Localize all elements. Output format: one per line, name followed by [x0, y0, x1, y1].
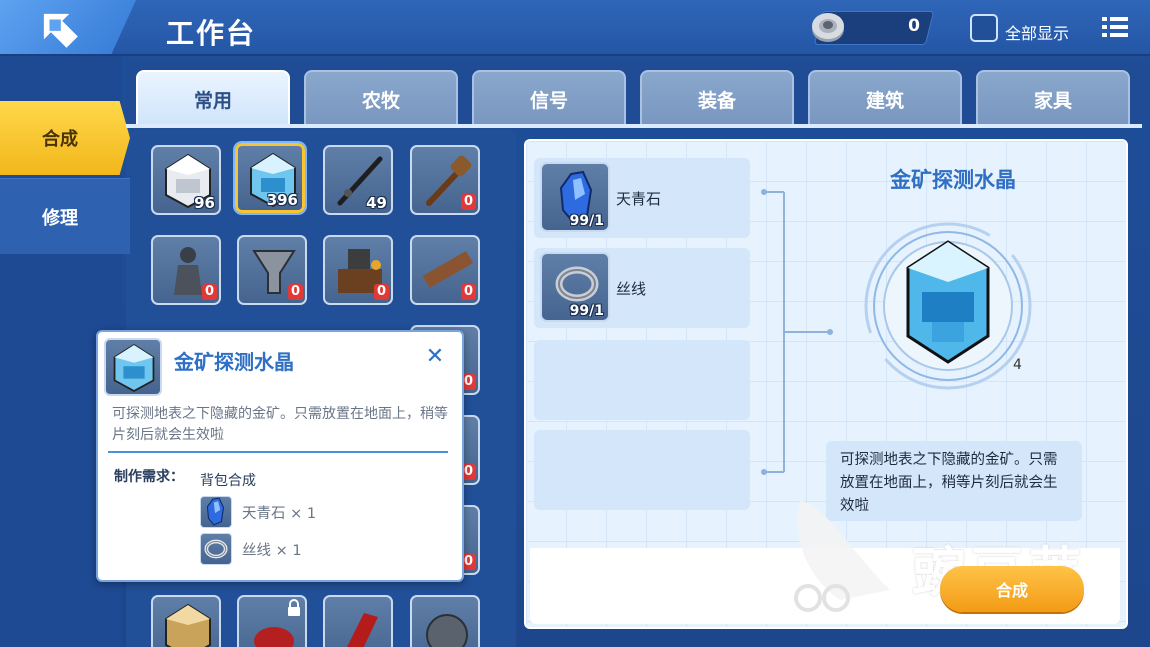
popup-description: 可探测地表之下隐藏的金矿。只需放置在地面上，稍等片刻后就会生效啦 — [112, 406, 448, 443]
lapis-stone-icon — [206, 497, 225, 526]
pot-icon — [426, 614, 468, 647]
tab-signal[interactable]: 信号 — [472, 70, 626, 126]
gold-detect-crystal-icon — [113, 343, 155, 393]
page-title: 工作台 — [166, 17, 257, 50]
item-slot-locked[interactable] — [237, 595, 307, 647]
material-name-thread: 丝线 — [616, 280, 647, 298]
requirement-label: 制作需求： — [114, 469, 184, 485]
requirement-type: 背包合成 — [200, 473, 256, 489]
close-icon[interactable]: ✕ — [422, 344, 448, 369]
tab-building[interactable]: 建筑 — [808, 70, 962, 126]
product-count: 4 — [1013, 357, 1022, 373]
item-slot-horn[interactable] — [323, 595, 393, 647]
product-crystal-display — [864, 222, 1032, 390]
tab-farming[interactable]: 农牧 — [304, 70, 458, 126]
material-name-lapis: 天青石 — [616, 190, 662, 208]
popup-material-thread-label: 丝线 × 1 — [242, 543, 302, 559]
coin-count: 0 — [908, 16, 920, 36]
material-card-empty — [534, 340, 750, 420]
item-slot-wood-plank[interactable]: 0 — [410, 235, 480, 305]
popup-material-lapis — [200, 496, 232, 528]
tab-underline — [126, 124, 1142, 128]
item-slot-shovel[interactable]: 0 — [410, 145, 480, 215]
tab-common[interactable]: 常用 — [136, 70, 290, 126]
popup-title: 金矿探测水晶 — [174, 350, 294, 374]
craft-button[interactable]: 合成 — [940, 566, 1084, 612]
list-menu-icon[interactable] — [1102, 16, 1128, 38]
recipe-connector-lines — [761, 189, 833, 475]
gold-crystal-icon — [165, 603, 211, 647]
material-card-empty — [534, 430, 750, 510]
item-slot-pot[interactable] — [410, 595, 480, 647]
item-slot-gold-crystal[interactable] — [151, 595, 221, 647]
horn-icon — [347, 613, 378, 647]
product-title: 金矿探测水晶 — [890, 168, 1016, 192]
popup-divider — [108, 451, 448, 453]
side-tab-repair[interactable]: 修理 — [0, 178, 130, 254]
item-slot-workbench[interactable]: 0 — [323, 235, 393, 305]
silk-thread-icon — [204, 539, 228, 559]
show-all-checkbox[interactable] — [970, 14, 998, 42]
gear-coin-icon — [812, 13, 844, 42]
tab-furniture[interactable]: 家具 — [976, 70, 1130, 126]
popup-material-lapis-label: 天青石 × 1 — [242, 506, 317, 522]
watermark-logo — [794, 500, 890, 612]
item-slot-funnel[interactable]: 0 — [237, 235, 307, 305]
item-slot-white-crystal[interactable]: 96 — [151, 145, 221, 215]
show-all-label: 全部显示 — [1005, 24, 1070, 43]
item-slot-gold-detect-crystal[interactable]: 396 — [235, 143, 305, 213]
popup-material-thread — [200, 533, 232, 565]
material-slot-thread[interactable]: 99/1 — [540, 252, 610, 322]
item-slot-statue[interactable]: 0 — [151, 235, 221, 305]
lock-icon — [288, 599, 300, 616]
material-slot-lapis[interactable]: 99/1 — [540, 162, 610, 232]
side-tab-craft[interactable]: 合成 — [0, 101, 130, 175]
item-slot-fishing-rod[interactable]: 49 — [323, 145, 393, 215]
tab-equipment[interactable]: 装备 — [640, 70, 794, 126]
popup-item-icon — [104, 338, 162, 396]
back-arrow-icon — [43, 13, 78, 48]
